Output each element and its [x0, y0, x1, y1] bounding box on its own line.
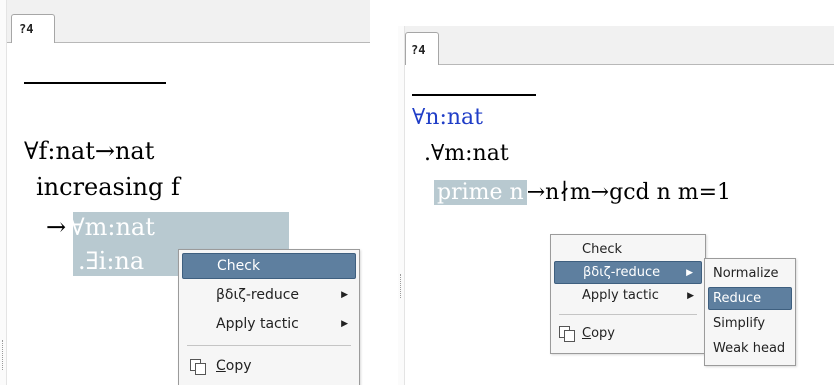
- goal-line-body[interactable]: prime n →n∤m→gcd n m=1: [434, 180, 731, 206]
- submenu-item-normalize[interactable]: Normalize: [708, 262, 792, 285]
- menu-item-label: Copy: [582, 325, 615, 341]
- menu-item-reduce[interactable]: βδιζ-reduce ▶: [554, 261, 702, 284]
- tab-goal-4[interactable]: ?4: [11, 14, 55, 43]
- menu-item-copy[interactable]: Copy: [182, 352, 356, 380]
- forall-m: .∀m:nat: [424, 141, 509, 166]
- reduce-submenu: Normalize Reduce Simplify Weak head: [704, 258, 796, 366]
- tab-label: ?4: [411, 43, 426, 57]
- submenu-arrow-icon: ▶: [687, 290, 694, 301]
- submenu-item-label: Simplify: [713, 316, 766, 331]
- submenu-item-label: Reduce: [713, 291, 762, 306]
- submenu-arrow-icon: ▶: [341, 319, 348, 329]
- right-tabbar: ?4: [405, 26, 834, 65]
- menu-item-check[interactable]: Check: [182, 253, 356, 279]
- goal-line-forall-f[interactable]: ∀f:nat→nat: [24, 137, 154, 165]
- submenu-item-reduce[interactable]: Reduce: [708, 287, 792, 310]
- menu-item-check[interactable]: Check: [554, 238, 702, 261]
- copy-icon: [559, 325, 575, 342]
- goal-line-increasing[interactable]: increasing f: [36, 173, 180, 201]
- selected-exists-i[interactable]: .∃i:na: [78, 247, 144, 275]
- menu-item-label: βδιζ-reduce: [216, 287, 300, 303]
- left-context-menu: Check βδιζ-reduce ▶ Apply tactic ▶ Copy: [178, 249, 360, 385]
- copy-icon: [190, 358, 206, 375]
- goal-rule: [24, 82, 166, 84]
- menu-item-label: Apply tactic: [216, 316, 299, 332]
- submenu-item-label: Normalize: [713, 266, 779, 281]
- implies-arrow: →: [46, 213, 67, 241]
- left-tabbar: ?4: [7, 0, 370, 43]
- menu-item-label: Apply tactic: [582, 288, 659, 303]
- submenu-item-label: Weak head: [713, 341, 786, 356]
- left-goal-window: ?4 ∀f:nat→nat increasing f → ∀m:nat .∃i:n…: [0, 0, 370, 385]
- tab-label: ?4: [19, 22, 34, 36]
- right-goal-window: ?4 ∀n:nat .∀m:nat prime n →n∤m→gcd n m=1 …: [398, 26, 834, 385]
- submenu-item-weak-head[interactable]: Weak head: [708, 337, 792, 360]
- goal-rule: [412, 94, 536, 96]
- goal-line-implies[interactable]: → ∀m:nat: [46, 213, 155, 241]
- menu-separator: [187, 345, 351, 346]
- submenu-arrow-icon: ▶: [341, 290, 348, 300]
- menu-item-label: Copy: [216, 358, 252, 374]
- goal-body-rest: →n∤m→gcd n m=1: [526, 180, 732, 205]
- menu-separator: [559, 314, 697, 315]
- forall-n: ∀n:nat: [412, 105, 483, 130]
- menu-item-copy[interactable]: Copy: [554, 320, 702, 346]
- menu-item-label: Check: [217, 258, 261, 274]
- selected-forall-m[interactable]: ∀m:nat: [66, 213, 155, 241]
- menu-item-label: βδιζ-reduce: [583, 265, 661, 280]
- menu-item-apply-tactic[interactable]: Apply tactic ▶: [554, 284, 702, 307]
- right-context-menu: Check βδιζ-reduce ▶ Apply tactic ▶ Copy: [550, 234, 706, 354]
- submenu-arrow-icon: ▶: [686, 267, 693, 278]
- tab-goal-4[interactable]: ?4: [405, 32, 439, 65]
- selected-prime-n[interactable]: prime n: [434, 180, 527, 205]
- goal-line-forall-n[interactable]: ∀n:nat: [412, 105, 483, 131]
- submenu-item-simplify[interactable]: Simplify: [708, 312, 792, 335]
- menu-item-label: Check: [582, 242, 622, 257]
- menu-item-reduce[interactable]: βδιζ-reduce ▶: [182, 282, 356, 308]
- goal-line-forall-m[interactable]: .∀m:nat: [424, 141, 509, 167]
- menu-item-apply-tactic[interactable]: Apply tactic ▶: [182, 311, 356, 337]
